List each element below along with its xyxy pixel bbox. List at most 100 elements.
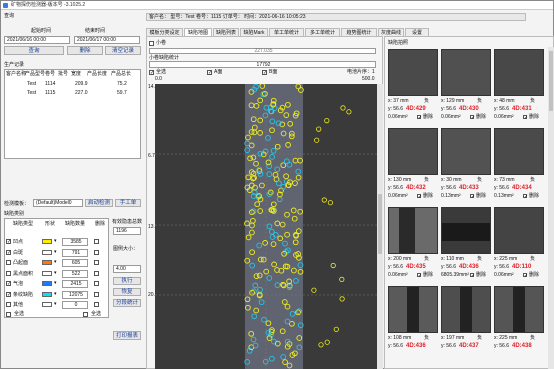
defect-photo[interactable] [494,49,544,96]
defect-row[interactable]: ✓ 气泡 ▾ 2415 [4,280,109,289]
show-checkbox[interactable] [149,41,154,46]
defect-row[interactable]: ✓ 白斑 ▾ 791 [4,248,109,258]
defect-enable-checkbox[interactable]: ✓ [6,291,11,297]
defect-map-plot[interactable] [155,84,377,369]
defect-row[interactable]: 凸起面 ▾ 605 [4,259,109,268]
defect-enable-checkbox[interactable]: ✓ [6,281,11,287]
defect-photo[interactable] [441,49,491,96]
defect-photo[interactable] [494,207,544,254]
defect-color-swatch[interactable] [42,281,52,286]
delete-all-checkbox[interactable] [83,312,88,317]
scrollbar-thumb[interactable] [549,51,553,111]
photo-card[interactable]: x: 200 mm 负 y: 56.6 4D:435 0.06mm² ✓ 删除 [388,207,438,283]
defect-photo[interactable] [441,286,491,333]
manual-order-button[interactable]: 手工单 [115,199,141,207]
photo-card[interactable]: x: 108 mm 负 y: 56.6 4D:436 [388,286,438,362]
delete-button[interactable]: 删除 [67,46,103,55]
end-time-input[interactable]: 2021/06/17 00:00 [74,36,140,44]
defect-photo[interactable] [494,286,544,333]
photo-delete-checkbox[interactable]: ✓ [470,115,475,121]
photo-delete-checkbox[interactable]: ✓ [523,273,528,279]
shape-dropdown-icon[interactable]: ▾ [54,249,57,255]
defect-delete-checkbox[interactable] [94,291,99,297]
photo-card[interactable]: x: 73 mm 负 y: 56.6 4D:434 0.13mm² ✓ 删除 [494,128,544,204]
photo-delete-checkbox[interactable]: ✓ [417,115,422,121]
photo-card[interactable]: x: 30 mm 负 y: 56.6 4D:433 0.13mm² ✓ 删除 [441,128,491,204]
defect-photo[interactable] [441,128,491,175]
photo-card[interactable]: x: 197 mm 负 y: 56.6 4D:437 [441,286,491,362]
tab-4[interactable]: 单工单统计 [269,28,304,36]
photo-scrollbar[interactable] [548,47,554,369]
query-button[interactable]: 查询 [4,46,64,55]
defect-color-swatch[interactable] [42,249,52,255]
template-select[interactable]: (Default)Model0 [33,199,83,207]
defect-enable-checkbox[interactable]: ✓ [6,249,11,255]
photo-delete-checkbox[interactable]: ✓ [523,194,528,200]
defect-delete-checkbox[interactable] [94,281,99,286]
defect-photo[interactable] [388,207,438,254]
photo-card[interactable]: x: 225 mm 负 y: 56.6 4D:110 0.06mm² ✓ 删除 [494,207,544,283]
shape-dropdown-icon[interactable]: ▾ [54,302,57,307]
defect-color-swatch[interactable] [42,302,52,307]
scrollbar-thumb[interactable] [378,194,382,254]
defect-color-swatch[interactable] [42,270,52,276]
tab-5[interactable]: 多工单统计 [305,28,340,36]
tab-8[interactable]: 设置 [405,28,429,36]
defect-enable-checkbox[interactable] [6,302,11,307]
defect-photo[interactable] [388,128,438,175]
print-report-button[interactable]: 打印报表 [113,331,141,340]
shape-dropdown-icon[interactable]: ▾ [54,270,57,276]
table-row[interactable]: Test 1114 209.9 75.2 [5,80,140,88]
a-side-checkbox[interactable]: ✓ [207,70,212,76]
execute-button[interactable]: 执行 [113,277,141,285]
defect-enable-checkbox[interactable] [6,260,11,265]
shape-dropdown-icon[interactable]: ▾ [54,239,57,244]
defect-delete-checkbox[interactable] [94,302,99,307]
defect-enable-checkbox[interactable]: ✓ [6,239,11,245]
photo-delete-checkbox[interactable]: ✓ [470,194,475,200]
tab-7[interactable]: 灰度曲线 [378,28,404,36]
shape-dropdown-icon[interactable]: ▾ [54,260,57,265]
defect-delete-checkbox[interactable] [94,270,99,276]
photo-card[interactable]: x: 225 mm 负 y: 56.6 4D:438 [494,286,544,362]
shape-dropdown-icon[interactable]: ▾ [54,291,57,297]
tab-3[interactable]: 缺陷Mark [240,28,268,36]
start-time-input[interactable]: 2021/06/16 00:00 [4,36,70,44]
defect-color-swatch[interactable] [42,239,52,244]
photo-card[interactable]: x: 110 mm 负 y: 56.6 4D:436 6805.39mm² ✓ 删除 [441,207,491,283]
defect-photo[interactable] [441,207,491,254]
tab-0[interactable]: 模板分类设定 [146,28,183,36]
defect-row[interactable]: ✓ 凹点 ▾ 3585 [4,238,109,247]
start-detect-button[interactable]: 启动检测 [85,199,113,207]
defect-delete-checkbox[interactable] [94,239,99,244]
tab-1[interactable]: 缺陷地图 [184,28,212,36]
defect-photo[interactable] [388,286,438,333]
map-scrollbar[interactable] [377,84,383,369]
defect-row[interactable]: 黑点面积 ▾ 522 [4,269,109,279]
segment-stats-button[interactable]: 分段统计 [113,299,141,307]
select-all-map-checkbox[interactable]: ✓ [149,70,154,76]
select-all-checkbox[interactable] [6,312,11,317]
defect-row[interactable]: 其他 ▾ 0 [4,301,109,310]
clear-log-button[interactable]: 清空记录 [105,46,141,55]
photo-delete-checkbox[interactable]: ✓ [417,273,422,279]
photo-card[interactable]: x: 37 mm 负 y: 56.6 4D:429 0.06mm² ✓ 删除 [388,49,438,125]
photo-delete-checkbox[interactable]: ✓ [523,115,528,121]
photo-card[interactable]: x: 48 mm 负 y: 56.6 4D:431 0.06mm² ✓ 删除 [494,49,544,125]
tab-2[interactable]: 缺陷列表 [213,28,239,36]
defect-photo[interactable] [388,49,438,96]
photo-delete-checkbox[interactable]: ✓ [417,194,422,200]
shape-dropdown-icon[interactable]: ▾ [54,281,57,286]
photo-card[interactable]: x: 130 mm 负 y: 56.6 4D:432 0.06mm² ✓ 删除 [388,128,438,204]
b-side-checkbox[interactable]: ✓ [262,70,267,76]
recover-button[interactable]: 恢复 [113,288,141,296]
defect-color-swatch[interactable] [42,291,52,297]
table-row[interactable]: Test 1115 227.0 59.7 [5,89,140,97]
defect-enable-checkbox[interactable] [6,270,11,276]
photo-card[interactable]: x: 129 mm 负 y: 56.6 4D:430 0.06mm² ✓ 删除 [441,49,491,125]
tab-6[interactable]: 趋势图统计 [341,28,377,36]
defect-color-swatch[interactable] [42,260,52,265]
defect-delete-checkbox[interactable] [94,249,99,255]
photo-delete-checkbox[interactable]: ✓ [470,273,475,279]
scale-spinbox[interactable]: 4.00 [113,265,141,273]
